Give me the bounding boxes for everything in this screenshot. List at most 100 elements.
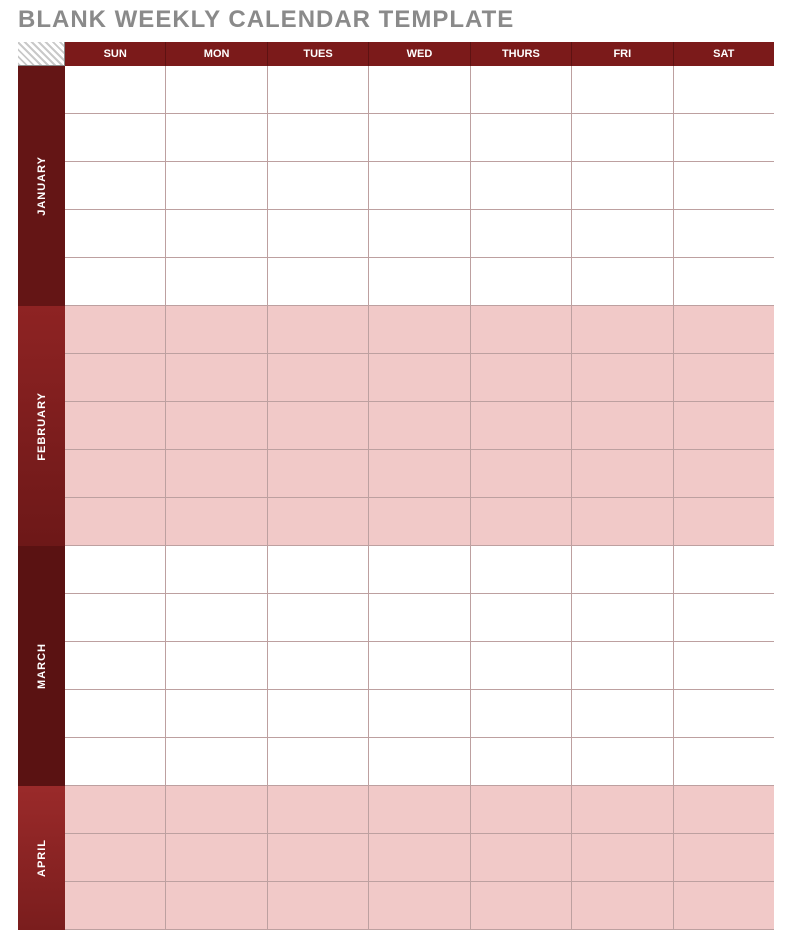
cell[interactable] [65,354,166,402]
cell[interactable] [674,786,774,834]
cell[interactable] [369,546,470,594]
cell[interactable] [166,258,267,306]
cell[interactable] [166,882,267,930]
cell[interactable] [674,738,774,786]
cell[interactable] [674,882,774,930]
cell[interactable] [471,498,572,546]
cell[interactable] [572,258,673,306]
cell[interactable] [268,546,369,594]
cell[interactable] [166,210,267,258]
cell[interactable] [369,66,470,114]
cell[interactable] [674,546,774,594]
cell[interactable] [471,738,572,786]
cell[interactable] [471,306,572,354]
cell[interactable] [674,450,774,498]
cell[interactable] [471,210,572,258]
cell[interactable] [369,882,470,930]
cell[interactable] [572,66,673,114]
cell[interactable] [471,162,572,210]
cell[interactable] [65,306,166,354]
cell[interactable] [572,546,673,594]
cell[interactable] [166,498,267,546]
cell[interactable] [268,690,369,738]
cell[interactable] [369,642,470,690]
cell[interactable] [65,66,166,114]
cell[interactable] [572,690,673,738]
cell[interactable] [369,402,470,450]
cell[interactable] [65,402,166,450]
cell[interactable] [166,690,267,738]
cell[interactable] [65,834,166,882]
cell[interactable] [65,546,166,594]
cell[interactable] [674,498,774,546]
cell[interactable] [674,690,774,738]
cell[interactable] [268,450,369,498]
cell[interactable] [471,834,572,882]
cell[interactable] [268,210,369,258]
cell[interactable] [572,642,673,690]
cell[interactable] [65,114,166,162]
cell[interactable] [166,114,267,162]
cell[interactable] [572,882,673,930]
cell[interactable] [572,450,673,498]
cell[interactable] [572,402,673,450]
cell[interactable] [268,258,369,306]
cell[interactable] [369,354,470,402]
cell[interactable] [369,162,470,210]
cell[interactable] [674,402,774,450]
cell[interactable] [471,114,572,162]
cell[interactable] [674,354,774,402]
cell[interactable] [674,210,774,258]
cell[interactable] [572,786,673,834]
cell[interactable] [369,690,470,738]
cell[interactable] [166,66,267,114]
cell[interactable] [65,162,166,210]
cell[interactable] [471,546,572,594]
cell[interactable] [166,450,267,498]
cell[interactable] [166,834,267,882]
cell[interactable] [572,498,673,546]
cell[interactable] [471,882,572,930]
cell[interactable] [369,594,470,642]
cell[interactable] [268,738,369,786]
cell[interactable] [65,786,166,834]
cell[interactable] [65,258,166,306]
cell[interactable] [166,402,267,450]
cell[interactable] [166,786,267,834]
cell[interactable] [65,450,166,498]
cell[interactable] [268,594,369,642]
cell[interactable] [65,498,166,546]
cell[interactable] [369,498,470,546]
cell[interactable] [65,882,166,930]
cell[interactable] [674,66,774,114]
cell[interactable] [471,450,572,498]
cell[interactable] [166,306,267,354]
cell[interactable] [572,114,673,162]
cell[interactable] [369,210,470,258]
cell[interactable] [369,738,470,786]
cell[interactable] [268,114,369,162]
cell[interactable] [65,594,166,642]
cell[interactable] [166,738,267,786]
cell[interactable] [166,162,267,210]
cell[interactable] [572,594,673,642]
cell[interactable] [369,306,470,354]
cell[interactable] [166,546,267,594]
cell[interactable] [572,210,673,258]
cell[interactable] [471,690,572,738]
cell[interactable] [674,162,774,210]
cell[interactable] [674,594,774,642]
cell[interactable] [268,402,369,450]
cell[interactable] [268,498,369,546]
cell[interactable] [471,258,572,306]
cell[interactable] [471,642,572,690]
cell[interactable] [369,786,470,834]
cell[interactable] [268,354,369,402]
cell[interactable] [65,690,166,738]
cell[interactable] [572,306,673,354]
cell[interactable] [268,162,369,210]
cell[interactable] [268,882,369,930]
cell[interactable] [369,450,470,498]
cell[interactable] [268,642,369,690]
cell[interactable] [268,786,369,834]
